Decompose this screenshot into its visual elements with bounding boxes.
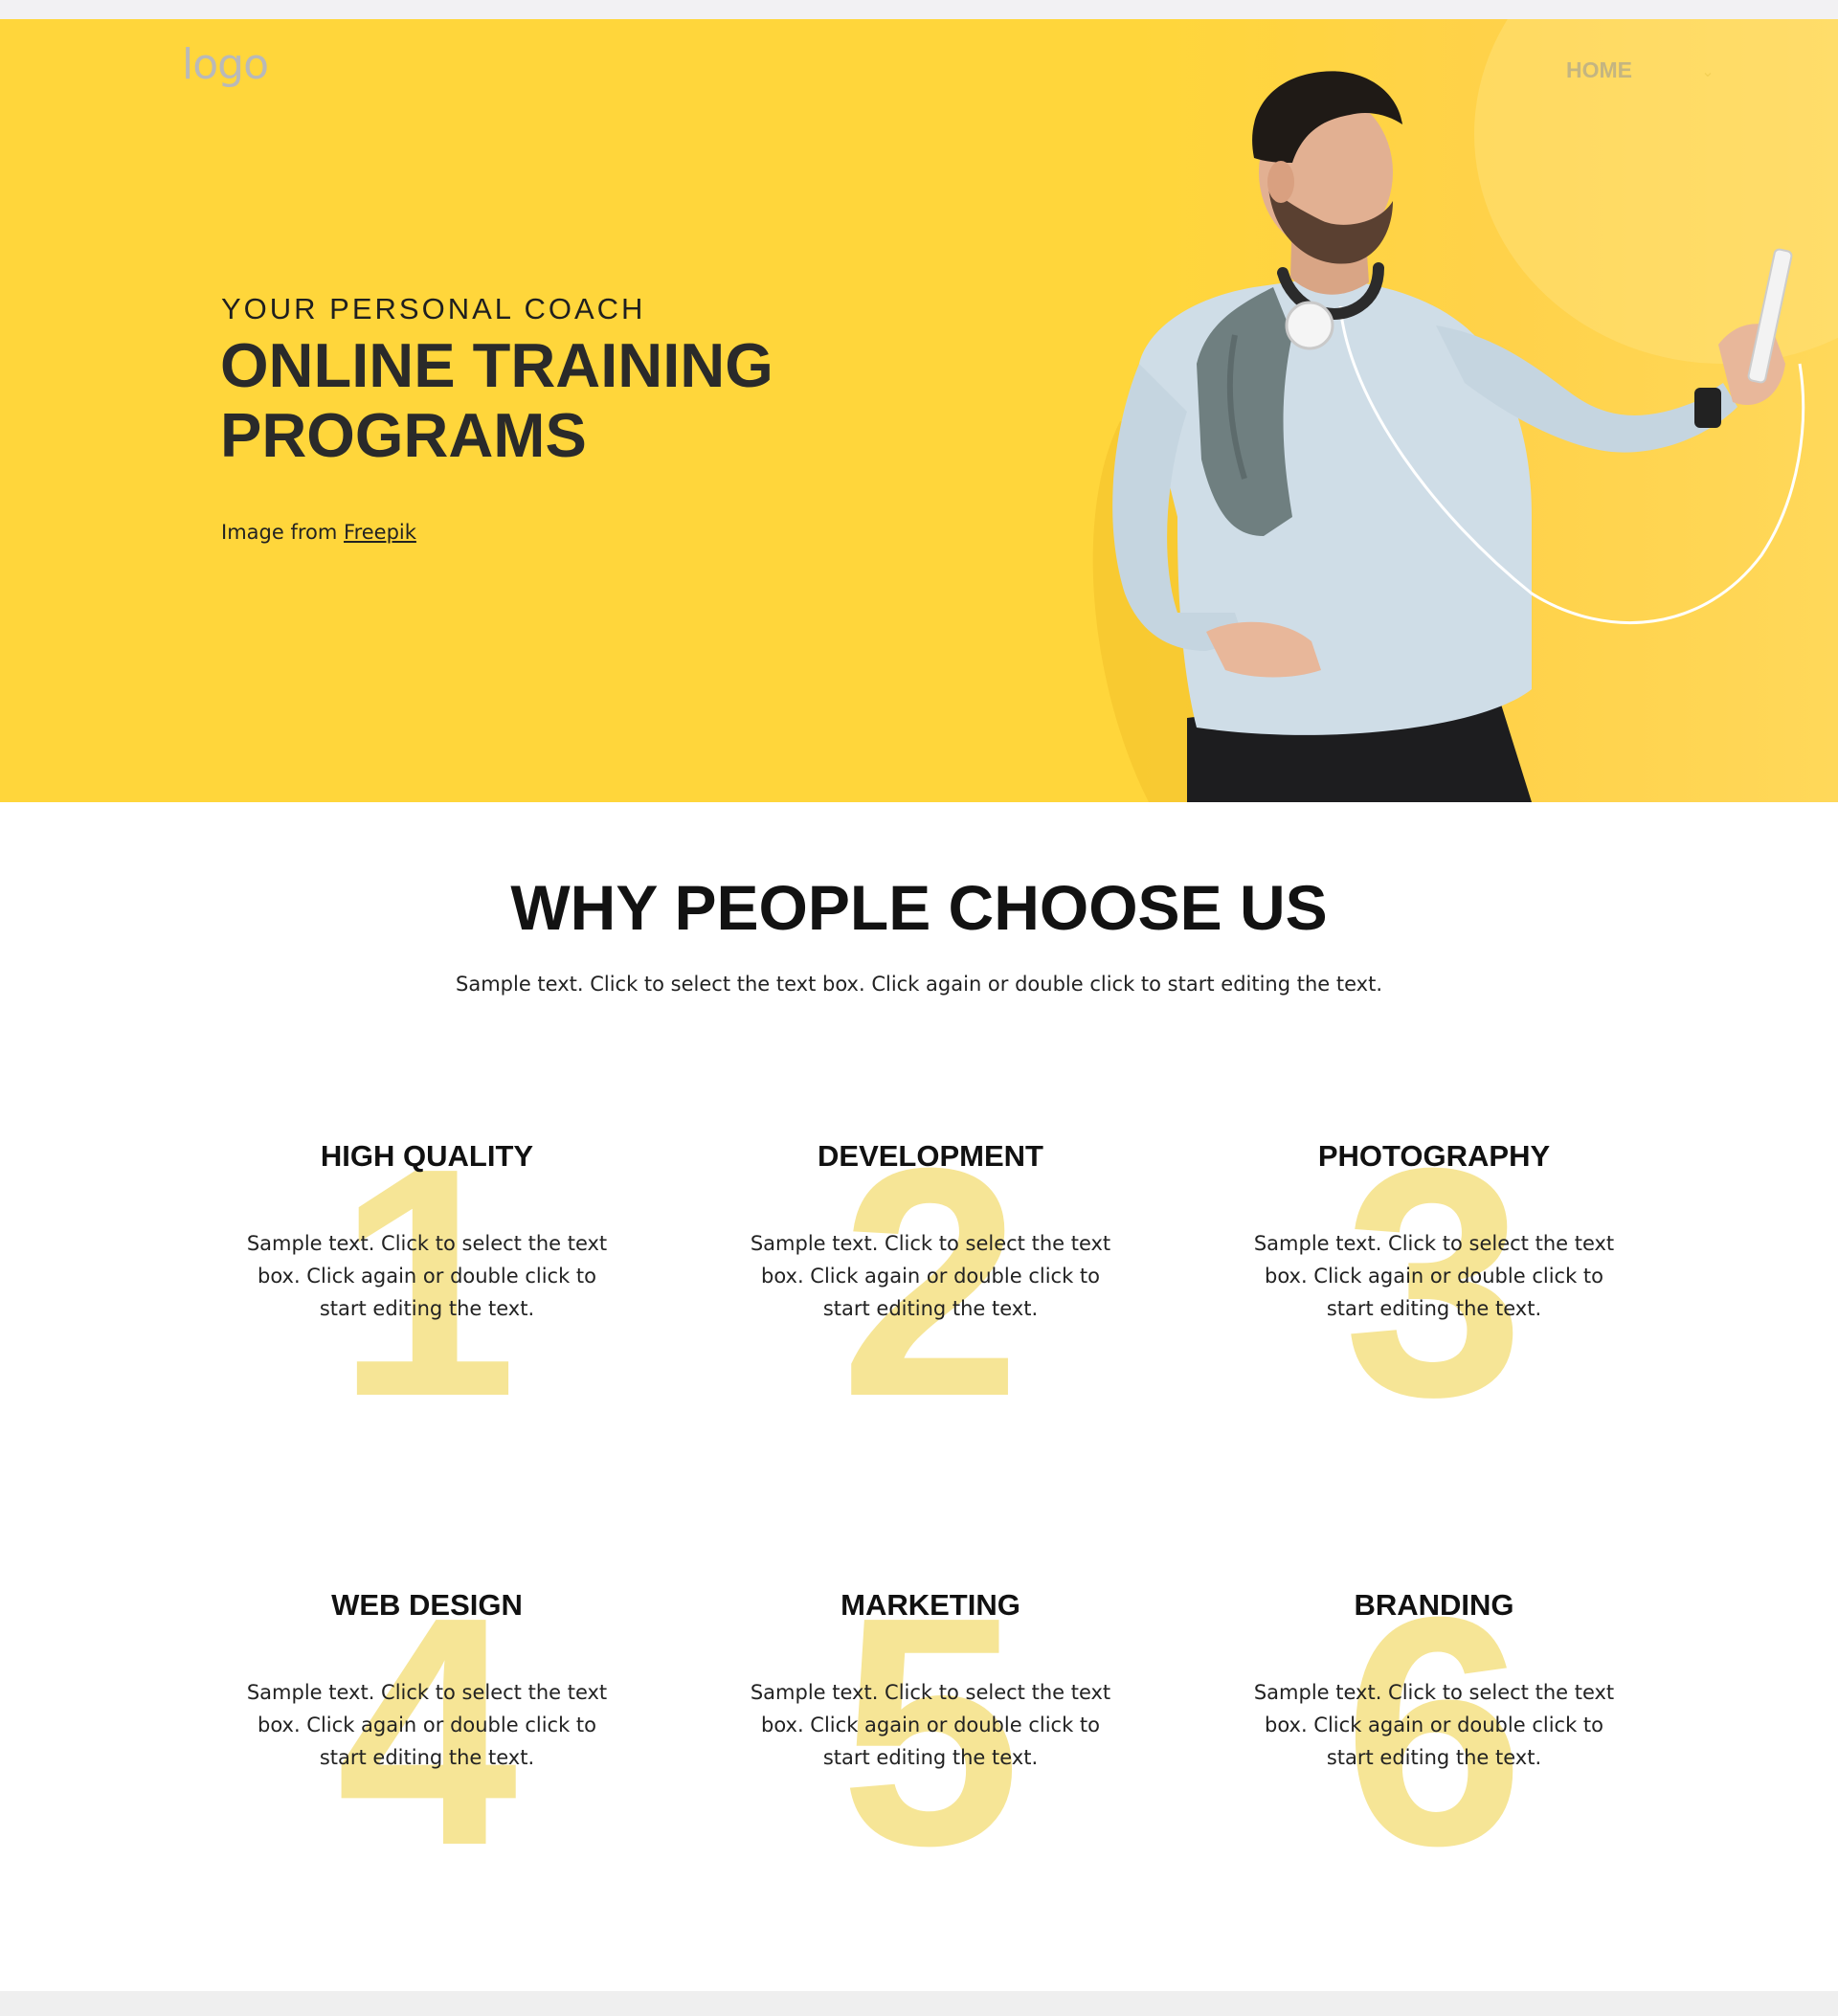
- feature-title: MARKETING: [841, 1588, 1020, 1622]
- feature-title: BRANDING: [1354, 1588, 1514, 1622]
- feature-web-design: 4 WEB DESIGN Sample text. Click to selec…: [226, 1569, 628, 1894]
- hero-subtitle: YOUR PERSONAL COACH: [221, 292, 646, 325]
- feature-text: Sample text. Click to select the text bo…: [750, 1232, 1111, 1320]
- hero-section: logo HOME ⌄ YOUR PERSONAL COACH ONLINE T…: [0, 19, 1838, 802]
- hero-photo: [1092, 19, 1838, 802]
- why-text: Sample text. Click to select the text bo…: [456, 973, 1382, 996]
- why-title: WHY PEOPLE CHOOSE US: [510, 872, 1328, 943]
- feature-branding: 6 BRANDING Sample text. Click to select …: [1233, 1569, 1635, 1894]
- logo[interactable]: logo: [182, 40, 269, 89]
- feature-text: Sample text. Click to select the text bo…: [246, 1681, 608, 1769]
- feature-high-quality: 1 HIGH QUALITY Sample text. Click to sel…: [226, 1120, 628, 1445]
- footer-strip: [0, 1991, 1838, 2016]
- feature-development: 2 DEVELOPMENT Sample text. Click to sele…: [729, 1120, 1132, 1445]
- feature-text: Sample text. Click to select the text bo…: [1253, 1232, 1615, 1320]
- feature-title: DEVELOPMENT: [818, 1139, 1043, 1173]
- feature-marketing: 5 MARKETING Sample text. Click to select…: [729, 1569, 1132, 1894]
- freepik-link[interactable]: Freepik: [344, 521, 416, 544]
- feature-title: WEB DESIGN: [331, 1588, 523, 1622]
- feature-text: Sample text. Click to select the text bo…: [750, 1681, 1111, 1769]
- image-credit: Image from Freepik: [221, 521, 416, 544]
- hero-title: ONLINE TRAINING PROGRAMS: [220, 330, 773, 470]
- credit-prefix: Image from: [221, 521, 338, 544]
- browser-top-strip: [0, 0, 1838, 20]
- feature-text: Sample text. Click to select the text bo…: [246, 1232, 608, 1320]
- feature-photography: 3 PHOTOGRAPHY Sample text. Click to sele…: [1233, 1120, 1635, 1445]
- feature-title: HIGH QUALITY: [320, 1139, 534, 1173]
- feature-title: PHOTOGRAPHY: [1317, 1139, 1551, 1173]
- feature-text: Sample text. Click to select the text bo…: [1253, 1681, 1615, 1769]
